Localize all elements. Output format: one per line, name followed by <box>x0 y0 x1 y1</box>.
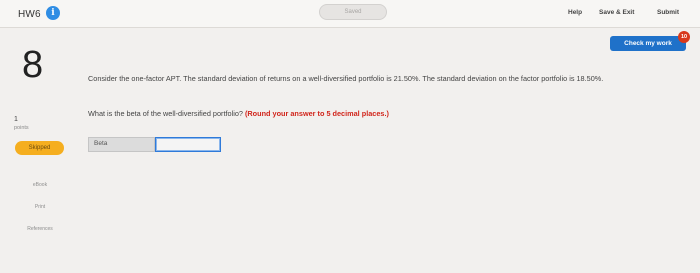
top-bar: HW6 i Saved Help Save & Exit Submit <box>0 0 700 28</box>
saved-status-button: Saved <box>319 4 387 20</box>
info-icon[interactable]: i <box>46 6 60 20</box>
beta-label: Beta <box>88 137 155 152</box>
assignment-page: HW6 i Saved Help Save & Exit Submit Chec… <box>0 0 700 273</box>
skipped-status-badge[interactable]: Skipped <box>15 141 64 155</box>
print-link[interactable]: Print <box>20 204 60 210</box>
references-link[interactable]: References <box>20 226 60 232</box>
question-text: Consider the one-factor APT. The standar… <box>88 74 604 83</box>
assignment-title: HW6 <box>18 9 41 20</box>
ebook-link[interactable]: eBook <box>20 182 60 188</box>
check-my-work-count-badge: 10 <box>678 31 690 43</box>
question-number: 8 <box>22 44 44 86</box>
beta-answer-input[interactable] <box>155 137 221 152</box>
points-label: points <box>14 125 29 131</box>
question-prompt: What is the beta of the well-diversified… <box>88 109 389 118</box>
save-exit-link[interactable]: Save & Exit <box>599 9 634 16</box>
check-my-work-button[interactable]: Check my work <box>610 36 686 51</box>
points-value: 1 <box>14 116 18 123</box>
submit-link[interactable]: Submit <box>657 9 679 16</box>
help-link[interactable]: Help <box>568 9 582 16</box>
question-prompt-text: What is the beta of the well-diversified… <box>88 109 243 118</box>
answer-row: Beta <box>88 137 221 152</box>
rounding-instruction: (Round your answer to 5 decimal places.) <box>244 109 389 118</box>
